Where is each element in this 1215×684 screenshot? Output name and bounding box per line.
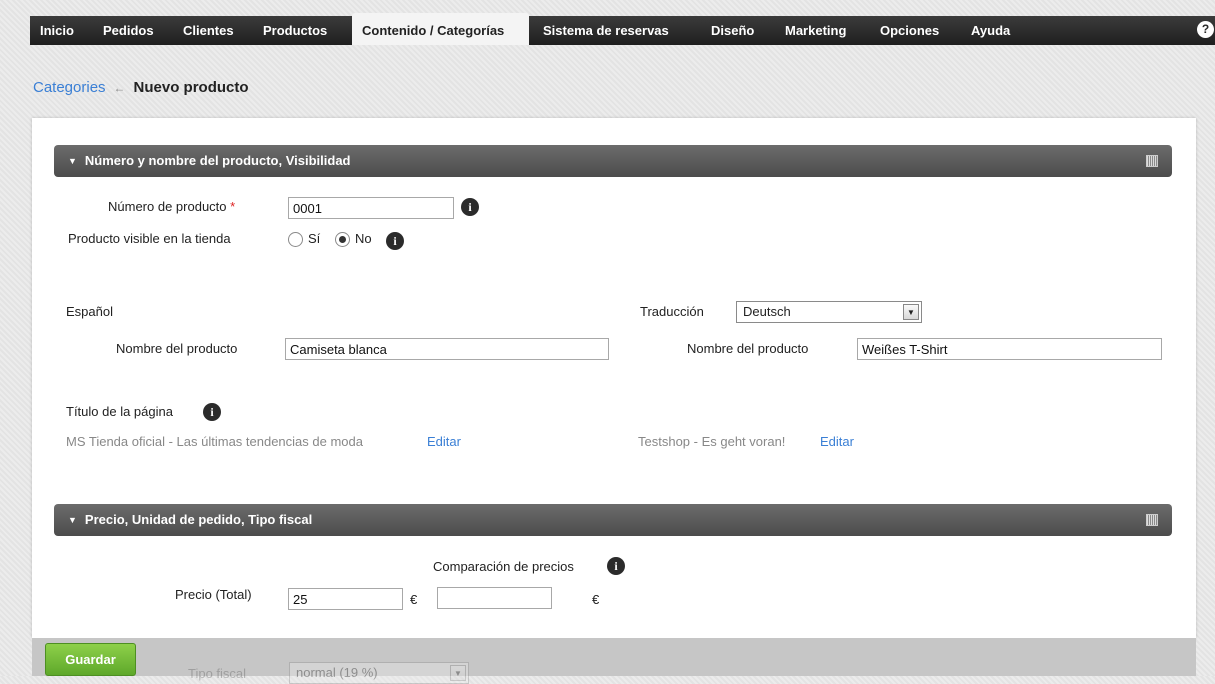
product-number-label-text: Número de producto [108, 199, 227, 214]
comparison-price-input[interactable] [437, 587, 552, 609]
nav-item-clientes[interactable]: Clientes [173, 16, 244, 45]
nav-item-ayuda[interactable]: Ayuda [961, 16, 1020, 45]
price-label: Precio (Total) [175, 587, 252, 602]
drag-handle-icon[interactable] [1146, 155, 1158, 167]
top-navigation: Inicio Pedidos Clientes Productos Conten… [0, 0, 1215, 45]
section-title: Número y nombre del producto, Visibilida… [84, 153, 351, 168]
section-title: Precio, Unidad de pedido, Tipo fiscal [84, 512, 313, 527]
info-icon[interactable]: i [607, 557, 625, 575]
price-comparison-label: Comparación de precios [433, 559, 574, 574]
visible-radio-no[interactable] [335, 232, 350, 247]
info-icon[interactable]: i [461, 198, 479, 216]
page-title-value: MS Tienda oficial - Las últimas tendenci… [66, 434, 363, 449]
breadcrumb-categories-link[interactable]: Categories [33, 79, 106, 96]
collapse-arrow-icon: ▼ [68, 156, 77, 166]
page-title: Nuevo producto [133, 79, 249, 96]
save-button[interactable]: Guardar [45, 643, 136, 676]
dropdown-arrow-icon: ▼ [903, 304, 919, 320]
product-form-panel: ▼ Número y nombre del producto, Visibilid… [32, 118, 1196, 638]
tax-label: Tipo fiscal [188, 666, 247, 681]
translation-select[interactable]: Deutsch ▼ [736, 301, 922, 323]
language-label: Español [66, 304, 113, 319]
product-name-input[interactable] [285, 338, 609, 360]
visible-label: Producto visible en la tienda [68, 231, 231, 246]
nav-item-pedidos[interactable]: Pedidos [93, 16, 164, 45]
price-currency: € [410, 592, 418, 607]
product-name-translated-input[interactable] [857, 338, 1162, 360]
nav-item-contenido-categorias[interactable]: Contenido / Categorías [352, 13, 529, 45]
breadcrumb-separator-icon: ← [113, 81, 126, 95]
breadcrumb: Categories ← Nuevo producto [33, 79, 249, 96]
comparison-price-currency: € [592, 592, 600, 607]
nav-item-productos[interactable]: Productos [253, 16, 337, 45]
product-number-label: Número de producto * [108, 199, 235, 214]
product-name-translated-label: Nombre del producto [687, 341, 809, 356]
visible-option-no-label: No [355, 231, 372, 246]
section-header-product-number[interactable]: ▼ Número y nombre del producto, Visibilid… [54, 145, 1172, 177]
page-title-edit-link[interactable]: Editar [427, 434, 461, 449]
translation-selected-value: Deutsch [743, 304, 791, 319]
drag-handle-icon[interactable] [1146, 514, 1158, 526]
visible-radio-yes[interactable] [288, 232, 303, 247]
price-input[interactable] [288, 588, 403, 610]
help-icon[interactable]: ? [1197, 21, 1214, 38]
nav-item-sistema-de-reservas[interactable]: Sistema de reservas [533, 16, 679, 45]
nav-item-opciones[interactable]: Opciones [870, 16, 949, 45]
dropdown-arrow-icon: ▼ [450, 665, 466, 681]
collapse-arrow-icon: ▼ [68, 515, 77, 525]
page-title-translated-edit-link[interactable]: Editar [820, 434, 854, 449]
page-title-translated-value: Testshop - Es geht voran! [638, 434, 786, 449]
product-number-input[interactable] [288, 197, 454, 219]
product-name-label: Nombre del producto [116, 341, 238, 356]
required-mark: * [230, 199, 236, 214]
nav-item-inicio[interactable]: Inicio [30, 16, 84, 45]
info-icon[interactable]: i [386, 232, 404, 250]
section-header-price[interactable]: ▼ Precio, Unidad de pedido, Tipo fiscal [54, 504, 1172, 536]
nav-item-diseno[interactable]: Diseño [701, 16, 764, 45]
nav-item-marketing[interactable]: Marketing [775, 16, 856, 45]
page-title-label: Título de la página [66, 404, 173, 419]
info-icon[interactable]: i [203, 403, 221, 421]
tax-selected-value: normal (19 %) [296, 665, 378, 680]
tax-select[interactable]: normal (19 %) ▼ [289, 662, 469, 684]
translation-label: Traducción [640, 304, 704, 319]
visible-option-yes-label: Sí [308, 231, 321, 246]
